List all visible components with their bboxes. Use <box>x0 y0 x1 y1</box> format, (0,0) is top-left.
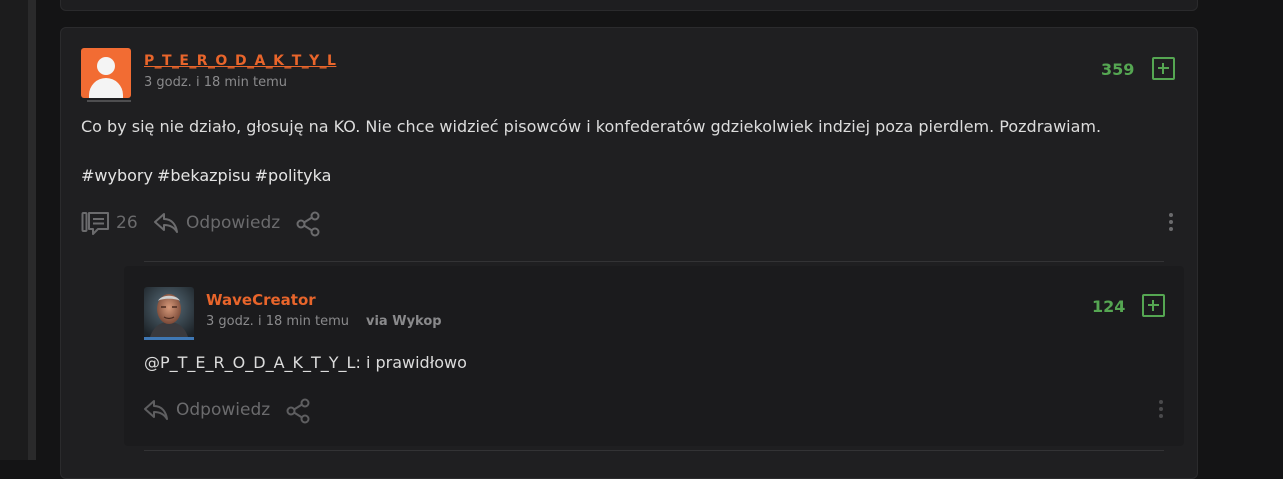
sidebar-scroll-track <box>28 0 36 460</box>
post-content: Co by się nie działo, głosuję na KO. Nie… <box>81 117 1102 136</box>
reply-icon[interactable] <box>143 398 169 422</box>
tag-link[interactable]: #polityka <box>255 166 332 185</box>
reply-author-avatar[interactable] <box>144 287 194 337</box>
tag-link[interactable]: #bekazpisu <box>157 166 251 185</box>
reply-reply-button[interactable]: Odpowiedz <box>176 400 270 420</box>
default-user-icon-body <box>89 78 123 98</box>
more-options-icon[interactable] <box>1165 211 1177 235</box>
comment-count[interactable]: 26 <box>116 213 138 233</box>
share-icon[interactable] <box>296 211 322 237</box>
post-tags: #wybory #bekazpisu #polityka <box>81 166 335 185</box>
post-vote-count: 359 <box>1101 60 1135 79</box>
share-icon[interactable] <box>286 398 312 424</box>
comments-icon[interactable] <box>81 211 111 237</box>
reply-author-name[interactable]: WaveCreator <box>206 291 316 309</box>
reply-button[interactable]: Odpowiedz <box>186 213 280 233</box>
reply-time[interactable]: 3 godz. i 18 min temu <box>206 314 349 329</box>
divider <box>144 450 1164 451</box>
upvote-button[interactable] <box>1152 57 1175 80</box>
reply-vote-count: 124 <box>1092 297 1126 316</box>
post-time[interactable]: 3 godz. i 18 min temu <box>144 75 287 90</box>
reply-source: via Wykop <box>366 314 442 329</box>
post-author-name[interactable]: P_T_E_R_O_D_A_K_T_Y_L <box>144 53 336 69</box>
more-options-icon[interactable] <box>1155 398 1167 422</box>
default-user-icon <box>97 57 115 75</box>
reply-content: @P_T_E_R_O_D_A_K_T_Y_L: i prawidłowo <box>144 353 467 372</box>
author-avatar[interactable] <box>81 48 131 98</box>
reply-icon[interactable] <box>153 211 179 235</box>
reply-upvote-button[interactable] <box>1142 294 1165 317</box>
divider <box>144 261 1164 262</box>
tag-link[interactable]: #wybory <box>81 166 153 185</box>
previous-post-card <box>60 0 1198 11</box>
avatar-underline <box>87 100 131 102</box>
avatar-underline <box>144 337 194 340</box>
